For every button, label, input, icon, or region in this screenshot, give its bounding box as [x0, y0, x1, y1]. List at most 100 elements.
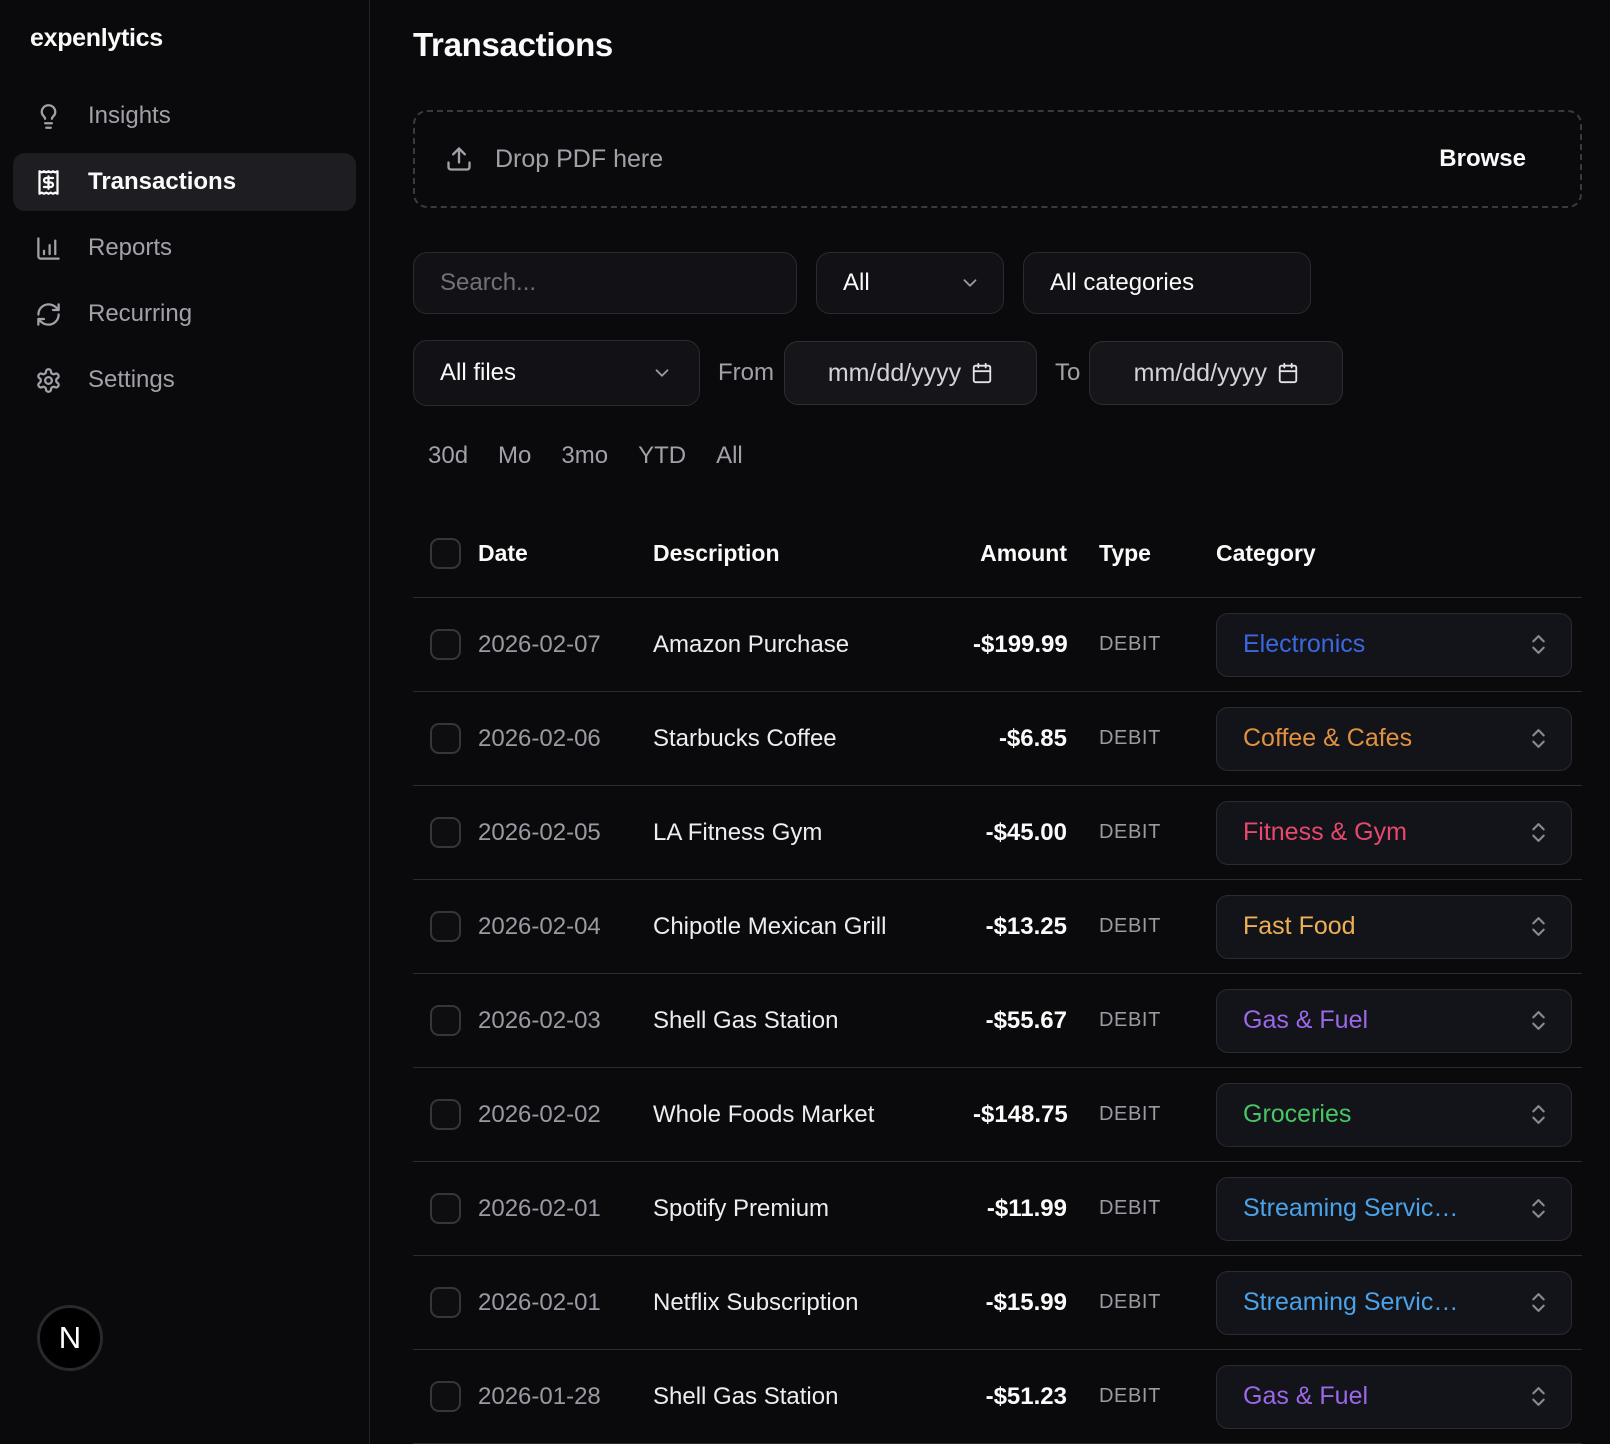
transaction-amount: -$51.23: [973, 1383, 1067, 1411]
chevrons-up-down-icon: [1526, 1196, 1551, 1221]
table-row: 2026-02-04 Chipotle Mexican Grill -$13.2…: [413, 880, 1582, 974]
type-filter-select[interactable]: All: [816, 252, 1004, 314]
browse-button[interactable]: Browse: [1439, 145, 1526, 173]
category-label: Streaming Servic…: [1243, 1194, 1458, 1223]
date-to-value: mm/dd/yyyy: [1134, 359, 1267, 388]
chevrons-up-down-icon: [1526, 1008, 1551, 1033]
transaction-date: 2026-02-06: [478, 725, 653, 753]
sidebar-item-reports[interactable]: Reports: [13, 219, 356, 277]
table-body: 2026-02-07 Amazon Purchase -$199.99 DEBI…: [413, 598, 1582, 1444]
chevron-down-icon: [651, 362, 673, 384]
refresh-icon: [35, 301, 62, 328]
table-row: 2026-02-03 Shell Gas Station -$55.67 DEB…: [413, 974, 1582, 1068]
transaction-amount: -$11.99: [973, 1195, 1067, 1223]
category-select[interactable]: Coffee & Cafes: [1216, 707, 1572, 771]
transaction-amount: -$148.75: [973, 1101, 1067, 1129]
quick-range-mo[interactable]: Mo: [498, 442, 531, 470]
category-select[interactable]: Gas & Fuel: [1216, 1365, 1572, 1429]
column-header-category: Category: [1216, 540, 1582, 567]
column-header-date: Date: [478, 540, 653, 567]
category-label: Groceries: [1243, 1100, 1351, 1129]
transaction-type: DEBIT: [1067, 727, 1216, 750]
framework-badge[interactable]: N: [37, 1305, 103, 1371]
chevrons-up-down-icon: [1526, 1384, 1551, 1409]
sidebar-item-label: Settings: [88, 366, 175, 394]
date-from-input[interactable]: mm/dd/yyyy: [784, 341, 1037, 405]
transaction-amount: -$6.85: [973, 725, 1067, 753]
filter-row-primary: All All categories: [413, 252, 1582, 314]
sidebar-item-recurring[interactable]: Recurring: [13, 285, 356, 343]
pdf-dropzone[interactable]: Drop PDF here Browse: [413, 110, 1582, 208]
category-select[interactable]: Fitness & Gym: [1216, 801, 1572, 865]
app-logo: expenlytics: [30, 24, 369, 53]
type-filter-value: All: [843, 269, 870, 297]
gear-icon: [35, 367, 62, 394]
row-checkbox[interactable]: [430, 817, 461, 848]
category-select[interactable]: Streaming Servic…: [1216, 1271, 1572, 1335]
row-checkbox[interactable]: [430, 1005, 461, 1036]
drop-hint: Drop PDF here: [445, 145, 663, 174]
sidebar-item-insights[interactable]: Insights: [13, 87, 356, 145]
table-row: 2026-02-05 LA Fitness Gym -$45.00 DEBIT …: [413, 786, 1582, 880]
transaction-amount: -$13.25: [973, 913, 1067, 941]
table-row: 2026-02-07 Amazon Purchase -$199.99 DEBI…: [413, 598, 1582, 692]
category-select[interactable]: Streaming Servic…: [1216, 1177, 1572, 1241]
row-checkbox[interactable]: [430, 911, 461, 942]
row-checkbox[interactable]: [430, 1099, 461, 1130]
transaction-date: 2026-02-07: [478, 631, 653, 659]
chevrons-up-down-icon: [1526, 1290, 1551, 1315]
calendar-icon[interactable]: [971, 362, 993, 384]
transaction-type: DEBIT: [1067, 1385, 1216, 1408]
quick-range-ytd[interactable]: YTD: [638, 442, 686, 470]
row-checkbox[interactable]: [430, 1287, 461, 1318]
drop-label: Drop PDF here: [495, 145, 663, 174]
quick-range-all[interactable]: All: [716, 442, 743, 470]
transaction-description: Chipotle Mexican Grill: [653, 913, 973, 941]
category-label: Streaming Servic…: [1243, 1288, 1458, 1317]
quick-range-3mo[interactable]: 3mo: [561, 442, 608, 470]
sidebar-item-label: Insights: [88, 102, 171, 130]
quick-range-30d[interactable]: 30d: [428, 442, 468, 470]
transaction-type: DEBIT: [1067, 633, 1216, 656]
from-label: From: [718, 359, 774, 387]
category-label: Gas & Fuel: [1243, 1006, 1368, 1035]
category-select[interactable]: Electronics: [1216, 613, 1572, 677]
date-from-value: mm/dd/yyyy: [828, 359, 961, 388]
category-select[interactable]: Fast Food: [1216, 895, 1572, 959]
category-filter-button[interactable]: All categories: [1023, 252, 1311, 314]
category-select[interactable]: Gas & Fuel: [1216, 989, 1572, 1053]
row-checkbox[interactable]: [430, 1381, 461, 1412]
row-checkbox[interactable]: [430, 723, 461, 754]
transaction-description: Shell Gas Station: [653, 1007, 973, 1035]
category-label: Coffee & Cafes: [1243, 724, 1412, 753]
table-header-row: Date Description Amount Type Category: [413, 510, 1582, 598]
chevrons-up-down-icon: [1526, 632, 1551, 657]
transaction-type: DEBIT: [1067, 915, 1216, 938]
sidebar-nav: Insights Transactions Reports Recurring …: [0, 87, 369, 409]
sidebar-item-label: Reports: [88, 234, 172, 262]
select-all-checkbox[interactable]: [430, 538, 461, 569]
search-input[interactable]: [413, 252, 797, 314]
table-row: 2026-02-01 Netflix Subscription -$15.99 …: [413, 1256, 1582, 1350]
transaction-type: DEBIT: [1067, 1103, 1216, 1126]
transaction-description: Shell Gas Station: [653, 1383, 973, 1411]
chevrons-up-down-icon: [1526, 1102, 1551, 1127]
transaction-date: 2026-02-01: [478, 1289, 653, 1317]
row-checkbox[interactable]: [430, 1193, 461, 1224]
row-checkbox[interactable]: [430, 629, 461, 660]
chevrons-up-down-icon: [1526, 914, 1551, 939]
table-row: 2026-02-06 Starbucks Coffee -$6.85 DEBIT…: [413, 692, 1582, 786]
date-to-input[interactable]: mm/dd/yyyy: [1089, 341, 1343, 405]
calendar-icon[interactable]: [1277, 362, 1299, 384]
page-title: Transactions: [413, 26, 1582, 64]
transaction-date: 2026-02-04: [478, 913, 653, 941]
category-filter-value: All categories: [1050, 269, 1194, 297]
table-row: 2026-01-28 Shell Gas Station -$51.23 DEB…: [413, 1350, 1582, 1444]
sidebar-item-transactions[interactable]: Transactions: [13, 153, 356, 211]
main-content: Transactions Drop PDF here Browse All Al…: [371, 0, 1610, 1444]
transaction-type: DEBIT: [1067, 1291, 1216, 1314]
receipt-icon: [35, 169, 62, 196]
sidebar-item-settings[interactable]: Settings: [13, 351, 356, 409]
file-filter-select[interactable]: All files: [413, 340, 700, 406]
category-select[interactable]: Groceries: [1216, 1083, 1572, 1147]
